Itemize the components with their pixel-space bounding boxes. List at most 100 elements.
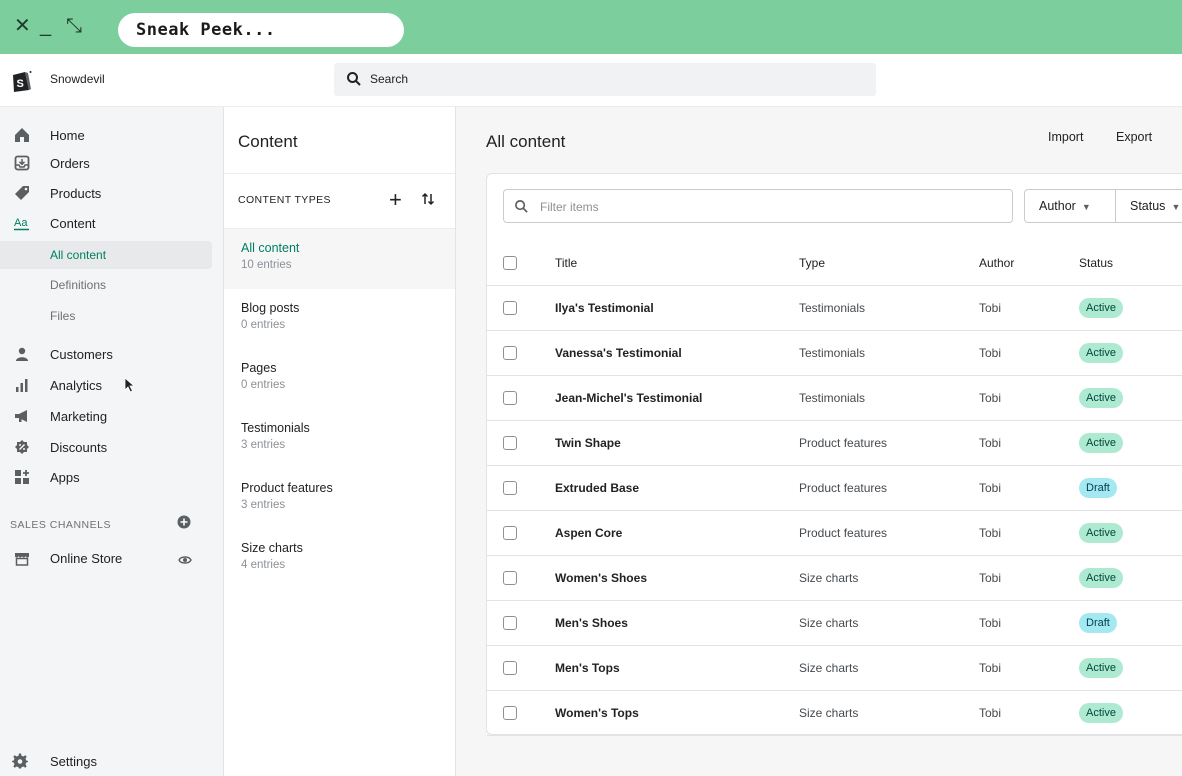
- content-type-name: Testimonials: [241, 421, 310, 435]
- content-type-size-charts[interactable]: Size charts 4 entries: [224, 529, 455, 589]
- row-checkbox[interactable]: [503, 526, 517, 540]
- table-row[interactable]: Extruded Base Product features Tobi Draft: [487, 466, 1182, 511]
- store-name[interactable]: Snowdevil: [50, 72, 105, 86]
- author-filter-button[interactable]: Author ▼: [1024, 189, 1116, 223]
- row-checkbox[interactable]: [503, 346, 517, 360]
- sidebar-item-marketing[interactable]: Marketing: [0, 402, 212, 430]
- row-checkbox[interactable]: [503, 301, 517, 315]
- sidebar-item-settings[interactable]: Settings: [0, 747, 212, 775]
- column-type[interactable]: Type: [799, 256, 825, 270]
- content-type-name: Size charts: [241, 541, 303, 555]
- row-author: Tobi: [979, 706, 1002, 720]
- column-author[interactable]: Author: [979, 256, 1014, 270]
- row-checkbox[interactable]: [503, 706, 517, 720]
- sidebar-item-content[interactable]: Aa Content: [0, 209, 212, 237]
- row-title[interactable]: Ilya's Testimonial: [555, 301, 654, 315]
- table-row[interactable]: Men's Shoes Size charts Tobi Draft: [487, 601, 1182, 646]
- row-title[interactable]: Vanessa's Testimonial: [555, 346, 682, 360]
- row-type: Testimonials: [799, 391, 866, 405]
- sidebar-item-discounts[interactable]: Discounts: [0, 433, 212, 461]
- svg-text:S: S: [17, 78, 24, 90]
- filter-input[interactable]: Filter items: [503, 189, 1013, 223]
- filter-placeholder: Filter items: [540, 200, 599, 214]
- sidebar-item-orders[interactable]: Orders: [0, 149, 212, 177]
- main-content: All content Import Export Filter items A…: [456, 107, 1182, 776]
- add-content-type-button[interactable]: +: [389, 187, 402, 213]
- content-type-count: 10 entries: [241, 259, 292, 271]
- sidebar-item-home[interactable]: Home: [0, 121, 212, 149]
- row-checkbox[interactable]: [503, 391, 517, 405]
- column-title[interactable]: Title: [555, 256, 577, 270]
- content-type-product-features[interactable]: Product features 3 entries: [224, 469, 455, 529]
- sidebar-subitem-files[interactable]: Files: [0, 302, 212, 330]
- sidebar-item-label: Discounts: [50, 440, 108, 455]
- select-all-checkbox[interactable]: [503, 256, 517, 270]
- column-status[interactable]: Status: [1079, 256, 1113, 270]
- row-title[interactable]: Extruded Base: [555, 481, 639, 495]
- window-title: Sneak Peek...: [118, 13, 404, 47]
- table-row[interactable]: Women's Shoes Size charts Tobi Active: [487, 556, 1182, 601]
- row-checkbox[interactable]: [503, 436, 517, 450]
- table-row[interactable]: Men's Tops Size charts Tobi Active: [487, 646, 1182, 691]
- sort-icon[interactable]: [420, 191, 436, 207]
- sidebar-subitem-all-content[interactable]: All content: [0, 241, 212, 269]
- sidebar-item-analytics[interactable]: Analytics: [0, 371, 212, 399]
- search-icon: [515, 200, 528, 213]
- row-type: Testimonials: [799, 346, 866, 360]
- content-type-name: Blog posts: [241, 301, 300, 315]
- sidebar-item-label: Definitions: [50, 278, 107, 292]
- table-row[interactable]: Ilya's Testimonial Testimonials Tobi Active: [487, 286, 1182, 331]
- table-row[interactable]: Vanessa's Testimonial Testimonials Tobi Act…: [487, 331, 1182, 376]
- table-row[interactable]: Twin Shape Product features Tobi Active: [487, 421, 1182, 466]
- row-type: Product features: [799, 526, 888, 540]
- status-filter-button[interactable]: Status ▼: [1115, 189, 1182, 223]
- status-badge: Active: [1079, 703, 1123, 723]
- row-checkbox[interactable]: [503, 571, 517, 585]
- table-header: Title Type Author Status: [487, 240, 1182, 286]
- status-badge: Active: [1079, 388, 1123, 408]
- export-button[interactable]: Export: [1116, 130, 1152, 144]
- sidebar-subitem-definitions[interactable]: Definitions: [0, 271, 212, 299]
- row-title[interactable]: Women's Shoes: [555, 571, 647, 585]
- app-top-bar: S Snowdevil Search: [0, 54, 1182, 107]
- content-type-count: 0 entries: [241, 319, 286, 331]
- tag-icon: [15, 186, 29, 200]
- row-title[interactable]: Men's Tops: [555, 661, 620, 675]
- sidebar-item-customers[interactable]: Customers: [0, 340, 212, 368]
- row-type: Size charts: [799, 706, 859, 720]
- content-type-name: All content: [241, 241, 300, 255]
- sidebar-item-label: Customers: [50, 347, 113, 362]
- sales-channels-heading: SALES CHANNELS: [10, 519, 111, 531]
- row-title[interactable]: Men's Shoes: [555, 616, 628, 630]
- minimize-icon[interactable]: _: [40, 14, 51, 38]
- row-checkbox[interactable]: [503, 661, 517, 675]
- table-row[interactable]: Aspen Core Product features Tobi Active: [487, 511, 1182, 556]
- import-button[interactable]: Import: [1048, 130, 1083, 144]
- restore-icon[interactable]: ⤡: [66, 14, 82, 38]
- table-row[interactable]: Women's Tops Size charts Tobi Active: [487, 691, 1182, 736]
- row-title[interactable]: Jean-Michel's Testimonial: [555, 391, 702, 405]
- content-type-all-content[interactable]: All content 10 entries: [224, 229, 455, 289]
- content-type-blog-posts[interactable]: Blog posts 0 entries: [224, 289, 455, 349]
- row-title[interactable]: Aspen Core: [555, 526, 622, 540]
- status-badge: Active: [1079, 298, 1123, 318]
- add-circle-icon[interactable]: [177, 515, 191, 529]
- row-title[interactable]: Women's Tops: [555, 706, 639, 720]
- sidebar-item-products[interactable]: Products: [0, 179, 212, 207]
- sidebar-item-label: Apps: [50, 470, 80, 485]
- row-title[interactable]: Twin Shape: [555, 436, 621, 450]
- sidebar-item-apps[interactable]: Apps: [0, 463, 212, 491]
- search-input[interactable]: Search: [334, 63, 876, 96]
- row-checkbox[interactable]: [503, 481, 517, 495]
- row-checkbox[interactable]: [503, 616, 517, 630]
- content-type-testimonials[interactable]: Testimonials 3 entries: [224, 409, 455, 469]
- content-type-pages[interactable]: Pages 0 entries: [224, 349, 455, 409]
- content-panel-title: Content: [238, 132, 298, 151]
- table-row[interactable]: Jean-Michel's Testimonial Testimonials Tob…: [487, 376, 1182, 421]
- window-title-bar: ✕ _ ⤡ Sneak Peek...: [0, 0, 1182, 54]
- mouse-cursor-icon: [124, 377, 136, 393]
- content-type-name: Product features: [241, 481, 333, 495]
- row-author: Tobi: [979, 436, 1002, 450]
- eye-icon[interactable]: [178, 553, 192, 567]
- close-icon[interactable]: ✕: [14, 14, 31, 38]
